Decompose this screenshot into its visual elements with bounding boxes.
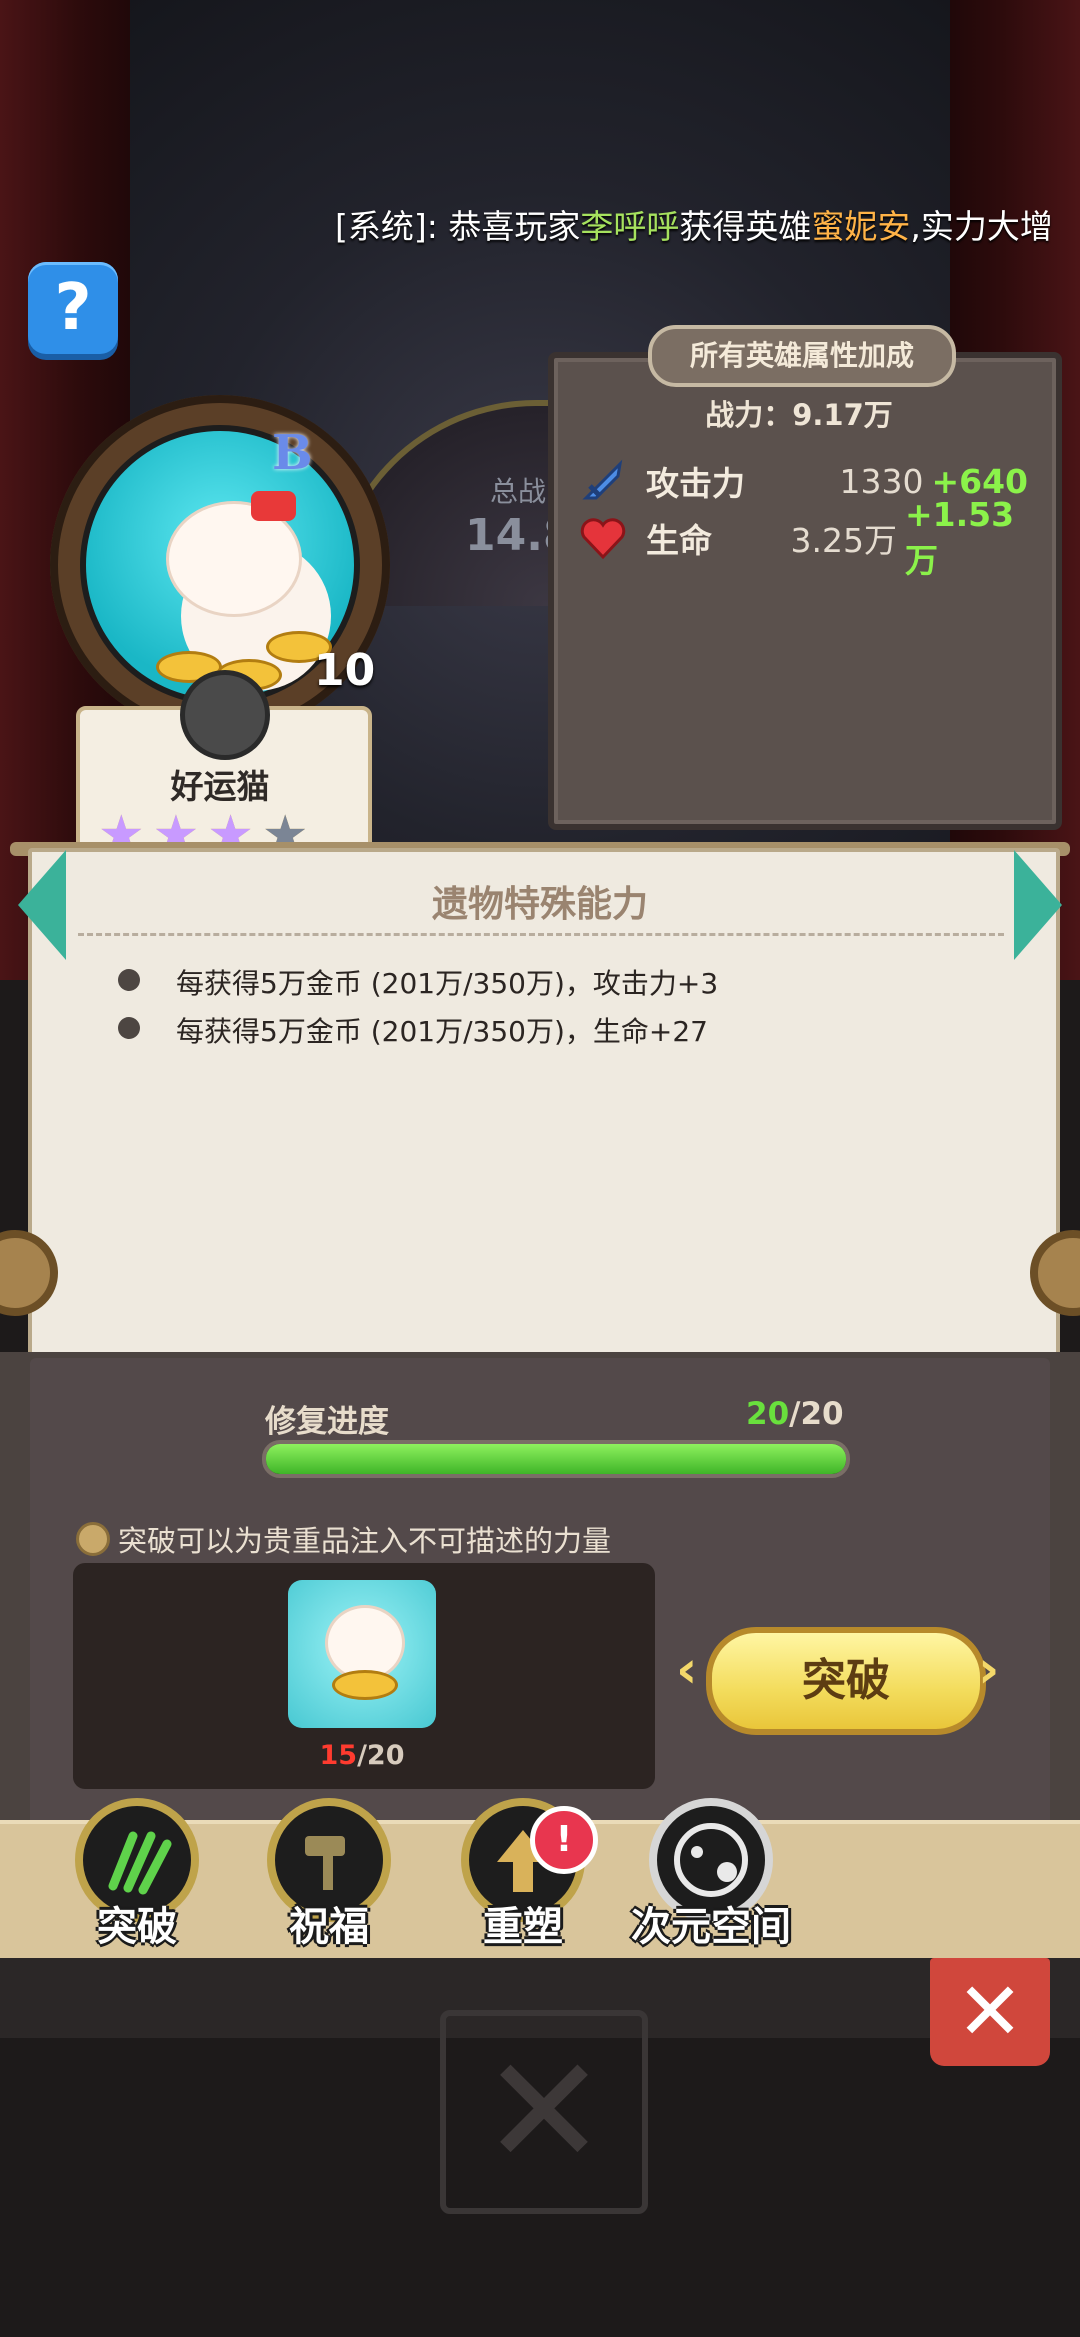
stat-bonus: +1.53万 bbox=[905, 494, 1015, 580]
hero-name: 好运猫 bbox=[170, 767, 270, 806]
tab-label: 祝福 bbox=[289, 1904, 369, 1950]
breakthrough-button[interactable]: 突破 bbox=[706, 1627, 986, 1735]
stat-label: 攻击力 bbox=[646, 464, 745, 503]
help-button[interactable]: ? bbox=[28, 262, 118, 354]
tab-breakthrough[interactable]: 突破 bbox=[62, 1798, 212, 1968]
chevron-left-icon: ‹ bbox=[676, 1640, 698, 1700]
heart-icon bbox=[578, 513, 628, 563]
tip-icon bbox=[76, 1522, 110, 1556]
restore-total: /20 bbox=[789, 1396, 844, 1432]
cat-bow bbox=[251, 491, 296, 521]
ability-item: 每获得5万金币 (201万/350万)，生命+27 bbox=[176, 1015, 708, 1048]
stat-label: 生命 bbox=[646, 521, 712, 560]
coin-icon bbox=[332, 1670, 398, 1700]
bonus-panel-title: 所有英雄属性加成 bbox=[648, 325, 956, 387]
ability-item: 每获得5万金币 (201万/350万)，攻击力+3 bbox=[176, 967, 719, 1000]
broadcast-player: 李呼呼 bbox=[580, 207, 680, 246]
tab-label: 重塑 bbox=[483, 1904, 563, 1950]
hero-card-knob bbox=[180, 670, 270, 760]
bullet-icon bbox=[118, 1017, 140, 1039]
system-broadcast: [系统]: 恭喜玩家李呼呼获得英雄蜜妮安,实力大增 bbox=[335, 200, 1053, 248]
notification-badge: ! bbox=[530, 1806, 598, 1874]
tab-dimension-space[interactable]: 次元空间 bbox=[631, 1798, 791, 1968]
broadcast-hero: 蜜妮安 bbox=[811, 207, 911, 246]
restore-label: 修复进度 bbox=[265, 1404, 389, 1440]
chevron-right-icon: › bbox=[978, 1640, 1000, 1700]
stat-value: 1330 bbox=[839, 461, 924, 501]
bonus-power: 战力：9.17万 bbox=[705, 398, 893, 432]
restore-current: 20 bbox=[746, 1396, 790, 1432]
broadcast-mid: 获得英雄 bbox=[679, 207, 812, 246]
material-count: 15/20 bbox=[288, 1740, 436, 1771]
breakthrough-tip: 突破可以为贵重品注入不可描述的力量 bbox=[118, 1524, 612, 1558]
divider bbox=[78, 933, 1004, 936]
material-have: 15 bbox=[319, 1740, 358, 1771]
stat-row-life: 生命 3.25万 +1.53万 bbox=[578, 495, 1028, 580]
tab-label: 次元空间 bbox=[631, 1904, 791, 1950]
sword-icon bbox=[578, 456, 628, 506]
restore-progress-fill bbox=[266, 1444, 846, 1474]
tab-blessing[interactable]: 祝福 bbox=[254, 1798, 404, 1968]
stat-value: 3.25万 bbox=[790, 521, 898, 560]
bullet-icon bbox=[118, 969, 140, 991]
hero-rank: B bbox=[272, 425, 313, 481]
total-power-label: 总战 bbox=[490, 475, 547, 508]
broadcast-prefix: [系统]: 恭喜玩家 bbox=[335, 207, 581, 246]
relic-title: 遗物特殊能力 bbox=[431, 884, 648, 925]
material-need: /20 bbox=[357, 1740, 405, 1771]
restore-count: 20/20 bbox=[746, 1396, 844, 1432]
tab-label: 突破 bbox=[97, 1904, 177, 1950]
restore-progress-bar bbox=[262, 1440, 850, 1478]
hero-level: 10 bbox=[314, 645, 376, 696]
close-button[interactable]: ✕ bbox=[930, 1958, 1050, 2066]
bottom-close-icon[interactable]: ✕ bbox=[440, 2010, 648, 2214]
broadcast-suffix: ,实力大增 bbox=[910, 207, 1053, 246]
